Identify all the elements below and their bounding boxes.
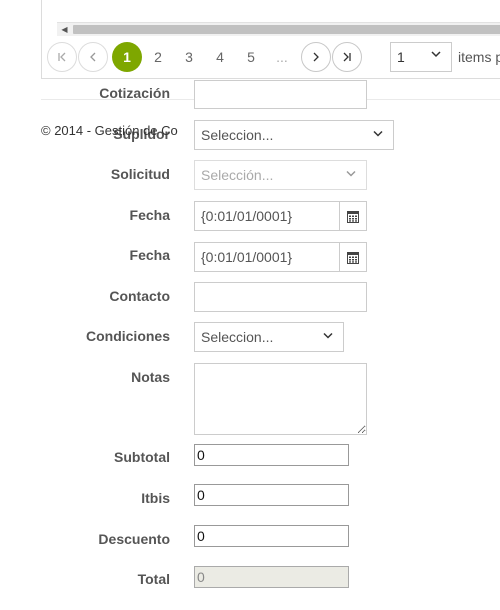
last-page-icon	[343, 52, 351, 62]
page-ellipsis[interactable]: ...	[267, 42, 297, 72]
page-4[interactable]: 4	[205, 42, 235, 72]
contacto-label: Contacto	[109, 288, 170, 304]
notas-textarea[interactable]	[194, 363, 367, 435]
page-size-value: 1	[397, 49, 405, 65]
fecha-value: {0:01/01/0001}	[201, 208, 293, 224]
itbis-label: Itbis	[141, 490, 170, 506]
cotizacion-input[interactable]	[194, 80, 367, 109]
calendar-button[interactable]	[339, 202, 366, 230]
scroll-left-icon[interactable]: ◀	[58, 23, 71, 36]
first-page-button[interactable]	[47, 42, 77, 72]
fecha-label: Fecha	[129, 207, 170, 223]
suplidor-select-value: Seleccion...	[201, 127, 274, 143]
condiciones-select[interactable]: Seleccion...	[194, 322, 344, 352]
items-per-page-label: items p	[458, 49, 500, 65]
page-2[interactable]: 2	[143, 42, 173, 72]
fecha-datepicker[interactable]: {0:01/01/0001}	[194, 201, 367, 231]
page-1[interactable]: 1	[112, 42, 142, 72]
solicitud-label: Solicitud	[110, 166, 170, 182]
next-page-button[interactable]	[301, 42, 331, 72]
pager: 1 2 3 4 5 ... 1 items p	[42, 42, 500, 74]
solicitud-select-value: Selección...	[201, 167, 274, 183]
scrollbar-thumb[interactable]	[73, 25, 500, 34]
total-input	[194, 566, 349, 588]
prev-page-icon	[90, 52, 96, 62]
fecha-label-2: Fecha	[129, 247, 170, 263]
page-5[interactable]: 5	[236, 42, 266, 72]
condiciones-select-value: Seleccion...	[201, 329, 274, 345]
total-label: Total	[137, 571, 170, 587]
prev-page-button[interactable]	[78, 42, 108, 72]
contacto-input[interactable]	[194, 282, 367, 312]
descuento-label: Descuento	[98, 531, 170, 547]
first-page-icon	[58, 52, 66, 62]
fecha-value-2: {0:01/01/0001}	[201, 249, 293, 265]
condiciones-label: Condiciones	[85, 328, 170, 344]
itbis-input[interactable]	[194, 484, 349, 506]
chevron-down-icon	[430, 48, 442, 63]
chevron-down-icon	[345, 168, 357, 183]
horizontal-scrollbar[interactable]: ◀	[57, 22, 500, 36]
fecha-datepicker-2[interactable]: {0:01/01/0001}	[194, 242, 367, 272]
descuento-input[interactable]	[194, 525, 349, 547]
chevron-down-icon	[372, 128, 384, 143]
grid-panel: ◀ 1 2 3 4 5 ... 1 items p	[41, 0, 500, 79]
footer-copyright: © 2014 - Gestión de Co	[41, 123, 178, 138]
page-size-select[interactable]: 1	[390, 42, 452, 72]
cotizacion-label: Cotización	[99, 85, 170, 101]
calendar-button[interactable]	[339, 243, 366, 271]
solicitud-select[interactable]: Selección...	[194, 160, 367, 190]
chevron-down-icon	[322, 330, 334, 345]
calendar-icon	[347, 210, 359, 223]
subtotal-label: Subtotal	[114, 449, 170, 465]
last-page-button[interactable]	[332, 42, 362, 72]
notas-label: Notas	[131, 369, 170, 385]
calendar-icon	[347, 251, 359, 264]
page-3[interactable]: 3	[174, 42, 204, 72]
next-page-icon	[313, 52, 319, 62]
suplidor-select[interactable]: Seleccion...	[194, 120, 394, 150]
subtotal-input[interactable]	[194, 444, 349, 466]
